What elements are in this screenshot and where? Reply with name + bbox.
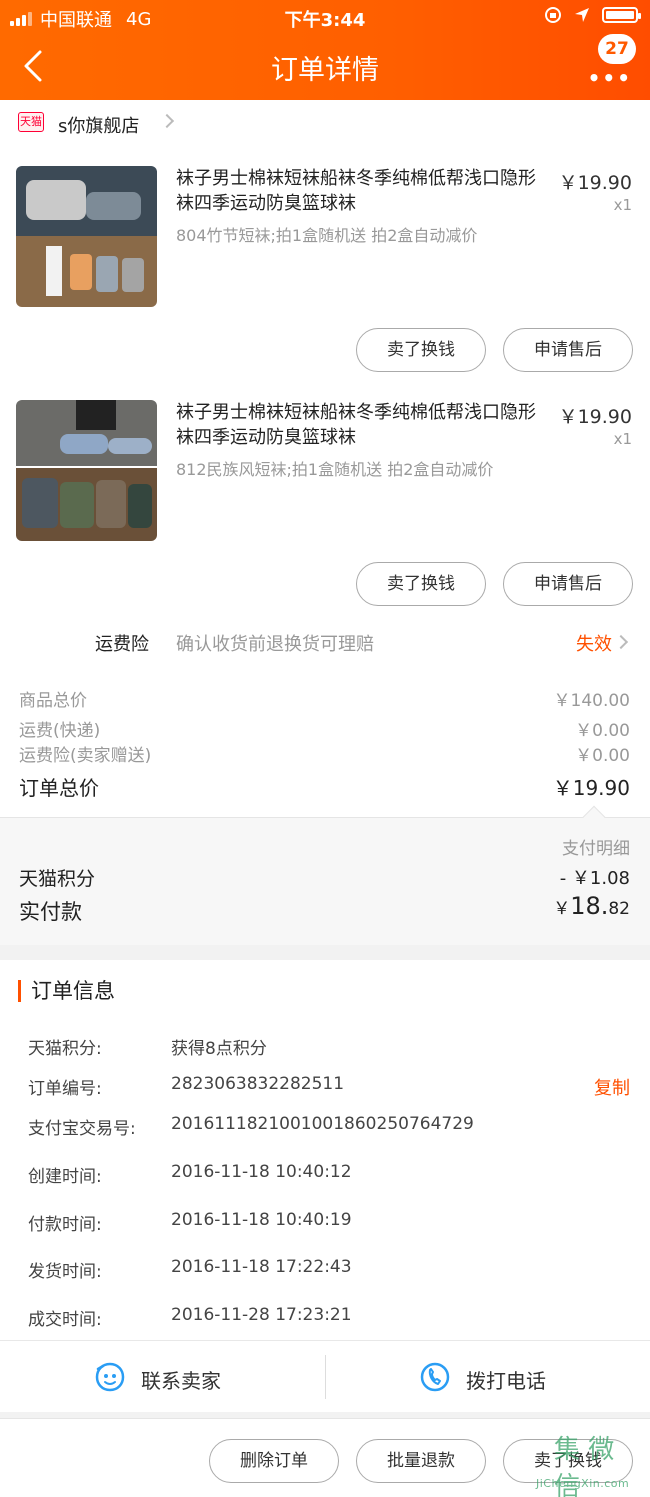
info-value: 2016-11-18 10:40:12: [171, 1162, 352, 1182]
copy-button[interactable]: 复制: [594, 1074, 630, 1100]
contact-seller-button[interactable]: 联系卖家: [0, 1341, 325, 1413]
status-right: [544, 6, 641, 24]
goods-total-value: ￥140.00: [553, 691, 630, 711]
order-item: 袜子男士棉袜短袜船袜冬季纯棉低帮浅口隐形袜四季运动防臭篮球袜 804竹节短袜;拍…: [0, 144, 650, 378]
chevron-right-icon: [159, 113, 175, 129]
contact-seller-label: 联系卖家: [141, 1369, 221, 1393]
after-sales-button[interactable]: 申请售后: [503, 328, 633, 372]
product-title[interactable]: 袜子男士棉袜短袜船袜冬季纯棉低帮浅口隐形袜四季运动防臭篮球袜: [176, 166, 536, 216]
shop-row[interactable]: 天猫 s你旗舰店: [0, 100, 650, 144]
tmall-logo-icon: 天猫: [18, 112, 44, 132]
watermark-url: JiChengXin.com: [536, 1477, 630, 1490]
more-icon: •••: [587, 66, 632, 90]
product-quantity: x1: [613, 196, 632, 214]
paid-amount-label: 实付款: [19, 900, 82, 924]
product-thumbnail[interactable]: [16, 400, 157, 541]
order-total-label: 订单总价: [19, 776, 99, 800]
sell-for-cash-button[interactable]: 卖了换钱: [356, 328, 486, 372]
rotation-lock-icon: [545, 7, 561, 23]
info-key: 支付宝交易号:: [28, 1119, 136, 1139]
shipping-fee-value: ￥0.00: [575, 721, 630, 741]
info-key: 发货时间:: [28, 1262, 102, 1282]
paid-currency: ￥: [553, 899, 571, 919]
watermark-logo: 集 微 信 JiChengXin.com: [526, 1427, 646, 1497]
goods-total-label: 商品总价: [19, 691, 87, 711]
insurance-label: 运费险: [95, 634, 149, 655]
call-phone-button[interactable]: 拨打电话: [325, 1341, 650, 1413]
sell-for-cash-button[interactable]: 卖了换钱: [356, 562, 486, 606]
location-icon: [575, 8, 589, 22]
delete-order-button[interactable]: 删除订单: [209, 1439, 339, 1483]
page-title: 订单详情: [271, 55, 379, 86]
nav-bar: 订单详情 27 •••: [0, 34, 650, 100]
info-key: 创建时间:: [28, 1167, 102, 1187]
order-info-section: 订单信息 天猫积分: 获得8点积分 订单编号: 2823063832282511…: [0, 960, 650, 1340]
order-number: 2823063832282511: [171, 1074, 345, 1094]
info-value: 获得8点积分: [171, 1039, 267, 1059]
phone-icon: [420, 1362, 450, 1392]
shipping-fee-label: 运费(快递): [19, 721, 101, 741]
info-value: 2016-11-18 17:22:43: [171, 1257, 352, 1277]
info-value: 2016111821001001860250764729: [171, 1114, 474, 1134]
info-key: 天猫积分:: [28, 1039, 102, 1059]
insurance-fee-value: ￥0.00: [575, 746, 630, 766]
battery-icon: [602, 7, 641, 23]
product-price: ￥19.90: [558, 172, 632, 194]
contact-bar: 联系卖家 拨打电话: [0, 1340, 650, 1412]
paid-integer: 18.: [570, 892, 609, 920]
product-sku: 804竹节短袜;拍1盒随机送 拍2盒自动减价: [176, 226, 478, 245]
app-header: 中国联通 4G 下午3:44 订单详情 27 •••: [0, 0, 650, 100]
order-item: 袜子男士棉袜短袜船袜冬季纯棉低帮浅口隐形袜四季运动防臭篮球袜 812民族风短袜;…: [0, 378, 650, 612]
call-phone-label: 拨打电话: [466, 1369, 546, 1393]
product-title[interactable]: 袜子男士棉袜短袜船袜冬季纯棉低帮浅口隐形袜四季运动防臭篮球袜: [176, 400, 536, 450]
product-thumbnail[interactable]: [16, 166, 157, 307]
paid-amount-value: ￥18.82: [553, 892, 630, 920]
shipping-insurance-row[interactable]: 运费险 确认收货前退换货可理赔 失效: [0, 620, 650, 666]
insurance-description: 确认收货前退换货可理赔: [176, 634, 374, 655]
after-sales-button[interactable]: 申请售后: [503, 562, 633, 606]
insurance-status: 失效: [576, 634, 612, 655]
shop-name: s你旗舰店: [58, 116, 140, 137]
paid-decimal: 82: [608, 899, 630, 919]
payment-detail-link[interactable]: 支付明细: [562, 834, 630, 859]
info-key: 付款时间:: [28, 1215, 102, 1235]
message-count-badge: 27: [598, 34, 636, 64]
info-key: 成交时间:: [28, 1310, 102, 1330]
tmall-points-label: 天猫积分: [19, 868, 96, 890]
chevron-right-icon: [613, 634, 629, 650]
chat-bubble-icon: [95, 1362, 125, 1392]
info-key: 订单编号:: [28, 1079, 102, 1099]
order-info-heading: 订单信息: [18, 980, 115, 1002]
product-sku: 812民族风短袜;拍1盒随机送 拍2盒自动减价: [176, 460, 494, 479]
batch-refund-button[interactable]: 批量退款: [356, 1439, 486, 1483]
insurance-fee-label: 运费险(卖家赠送): [19, 746, 152, 766]
product-price: ￥19.90: [558, 406, 632, 428]
product-quantity: x1: [613, 430, 632, 448]
tmall-points-value: - ￥1.08: [559, 868, 630, 889]
info-value: 2016-11-28 17:23:21: [171, 1305, 352, 1325]
info-value: 2016-11-18 10:40:19: [171, 1210, 352, 1230]
status-bar: 中国联通 4G 下午3:44: [0, 0, 650, 34]
bottom-action-bar: 删除订单 批量退款 卖了换钱 集 微 信 JiChengXin.com: [0, 1418, 650, 1497]
order-total-value: ￥19.90: [552, 776, 630, 800]
more-menu-button[interactable]: 27 •••: [588, 34, 636, 90]
payment-summary: 支付明细 天猫积分 - ￥1.08 实付款 ￥18.82: [0, 805, 650, 945]
